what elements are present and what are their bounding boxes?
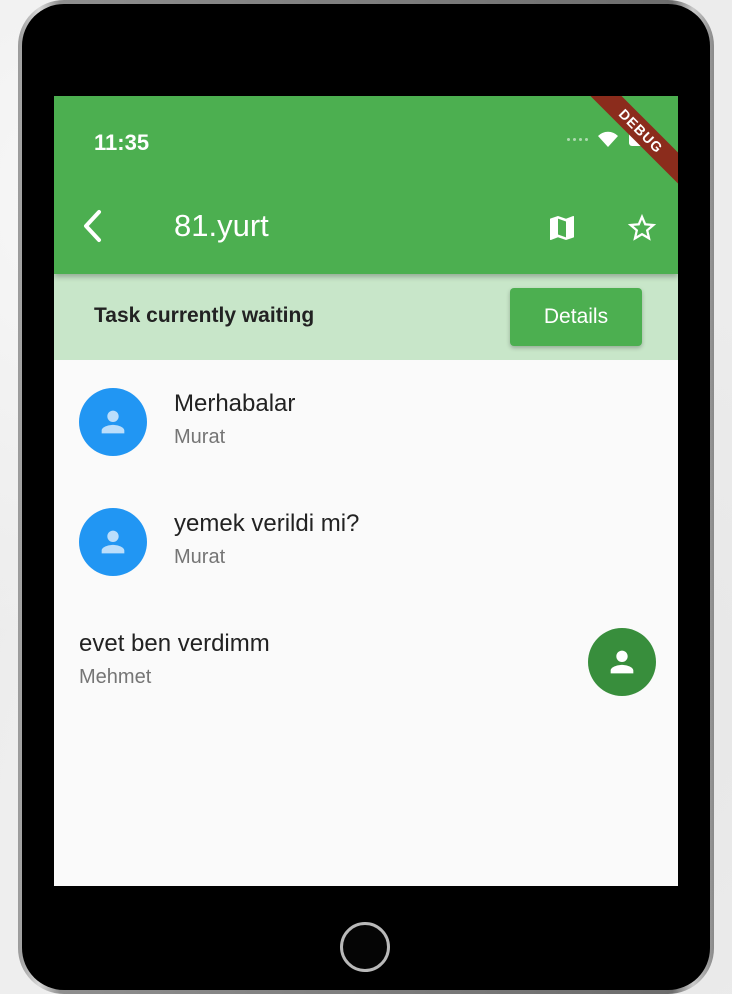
person-icon <box>610 650 634 674</box>
star-outline-icon <box>627 213 657 241</box>
map-icon <box>550 216 574 240</box>
task-status-banner: Task currently waiting Details <box>54 274 678 360</box>
wifi-icon <box>598 131 618 147</box>
person-icon <box>101 410 125 434</box>
avatar <box>588 628 656 696</box>
message-author: Murat <box>174 546 226 568</box>
status-time: 11:35 <box>94 130 150 155</box>
message-item: Merhabalar Murat <box>54 380 678 480</box>
message-item: yemek verildi mi? Murat <box>54 500 678 600</box>
chevron-left-icon <box>84 210 101 242</box>
message-item: evet ben verdimm Mehmet <box>54 620 678 720</box>
avatar <box>79 388 147 456</box>
map-button[interactable] <box>540 206 584 250</box>
message-author: Murat <box>174 426 226 448</box>
details-button[interactable]: Details <box>510 288 642 346</box>
app-bar: 11:35 DEBUG 81.yurt <box>54 96 678 274</box>
app-screen: 11:35 DEBUG 81.yurt Task currently waiti… <box>54 96 678 886</box>
person-icon <box>101 530 125 554</box>
page-title: 81.yurt <box>174 208 269 243</box>
message-text: yemek verildi mi? <box>174 510 360 537</box>
home-button[interactable] <box>340 922 390 972</box>
message-text: Merhabalar <box>174 390 296 417</box>
message-text: evet ben verdimm <box>79 630 270 657</box>
back-button[interactable] <box>72 204 112 248</box>
avatar <box>79 508 147 576</box>
task-status-text: Task currently waiting <box>94 304 315 327</box>
signal-icon <box>567 137 588 141</box>
favorite-button[interactable] <box>620 206 664 250</box>
message-author: Mehmet <box>79 666 152 688</box>
